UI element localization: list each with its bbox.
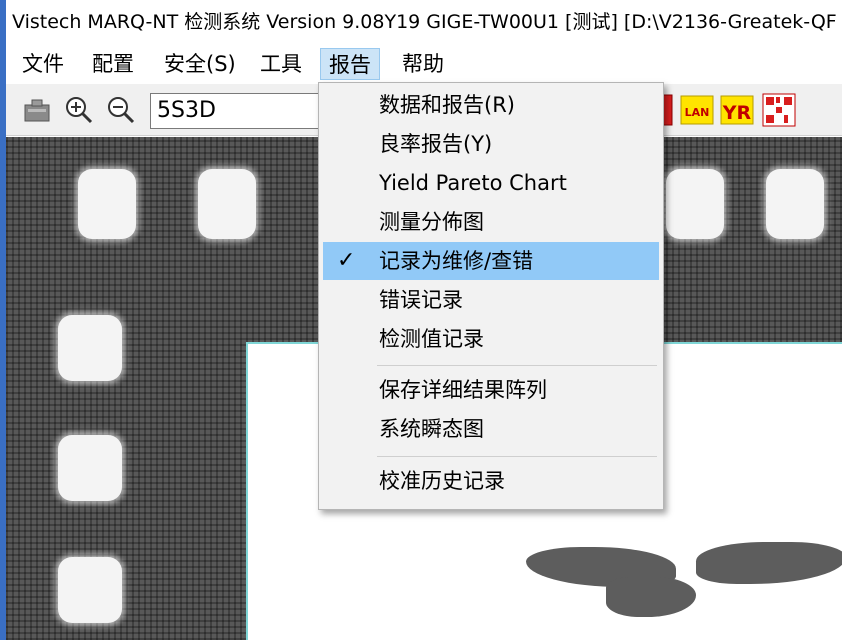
menu-item-yield-report[interactable]: 良率报告(Y) [323,125,659,163]
zoom-in-icon[interactable] [62,93,96,127]
bond-pad [766,169,824,239]
menu-separator [377,456,657,457]
zoom-out-icon[interactable] [104,93,138,127]
bond-pad [58,315,122,381]
window-title: Vistech MARQ-NT 检测系统 Version 9.08Y19 GIG… [12,11,837,33]
menu-help[interactable]: 帮助 [394,48,452,80]
menu-config[interactable]: 配置 [84,48,142,80]
menu-report[interactable]: 报告 [320,48,380,80]
check-icon: ✓ [337,248,356,273]
yr-label: YR [722,102,752,124]
menu-item-error-log[interactable]: 错误记录 [323,281,659,319]
title-bar: Vistech MARQ-NT 检测系统 Version 9.08Y19 GIG… [6,0,842,44]
menu-item-system-transient-chart[interactable]: 系统瞬态图 [323,410,659,448]
bond-pad [58,435,122,501]
yr-icon[interactable]: YR [720,93,754,127]
report-menu-dropdown: 数据和报告(R) 良率报告(Y) Yield Pareto Chart 测量分佈… [318,82,664,510]
menu-file[interactable]: 文件 [14,48,72,80]
menu-item-save-detailed-result-array[interactable]: 保存详细结果阵列 [323,371,659,409]
bond-pad [58,557,122,623]
menu-security[interactable]: 安全(S) [156,48,244,80]
menu-item-log-for-repair-label: 记录为维修/查错 [379,249,534,273]
bond-pad [666,169,724,239]
menu-bar: 文件 配置 安全(S) 工具 报告 帮助 [6,44,842,84]
menu-item-data-and-report[interactable]: 数据和报告(R) [323,86,659,124]
menu-tools[interactable]: 工具 [252,48,310,80]
qr-report-icon[interactable] [762,93,796,127]
bond-pad [198,169,256,239]
bond-pad [78,169,136,239]
recipe-field[interactable]: 5S3D [150,93,330,129]
lan-icon[interactable]: LAN [680,93,714,127]
menu-item-log-for-repair[interactable]: ✓ 记录为维修/查错 [323,242,659,280]
menu-item-measurement-distribution[interactable]: 测量分佈图 [323,203,659,241]
camera-icon[interactable] [20,93,54,127]
menu-item-calibration-history[interactable]: 校准历史记录 [323,462,659,500]
menu-separator [377,365,657,366]
menu-item-yield-pareto-chart[interactable]: Yield Pareto Chart [323,164,659,202]
lan-label: LAN [685,106,710,119]
menu-item-inspection-value-log[interactable]: 检测值记录 [323,320,659,358]
